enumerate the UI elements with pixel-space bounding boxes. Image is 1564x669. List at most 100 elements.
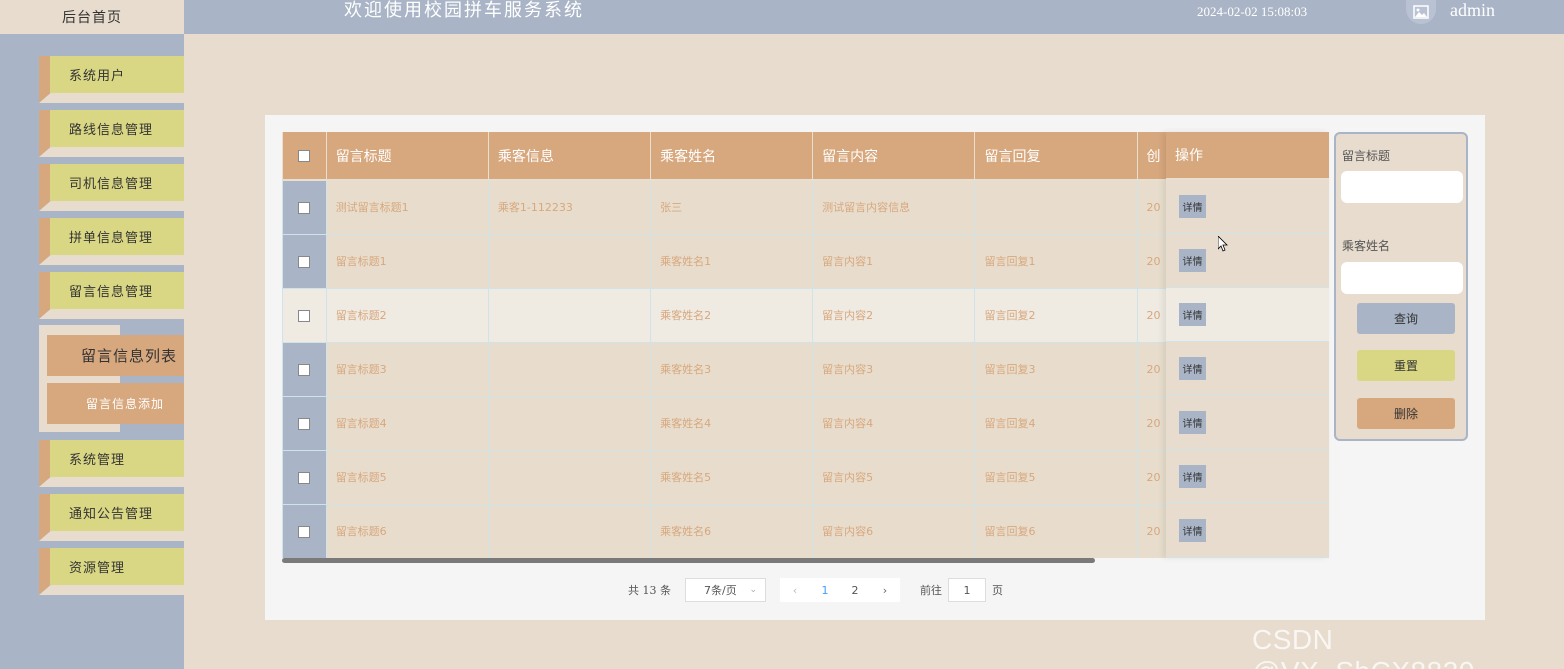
row-checkbox[interactable] [282, 179, 327, 235]
table-cell: 20 [1136, 179, 1168, 235]
delete-button[interactable]: 删除 [1357, 398, 1455, 429]
column-header[interactable]: 乘客信息 [488, 132, 652, 181]
submenu-item-message-add[interactable]: 留言信息添加 [47, 383, 184, 424]
table-cell: 乘客1-112233 [487, 179, 652, 235]
sidebar-item-label: 系统管理 [50, 440, 184, 477]
table-cell: 留言回复2 [974, 287, 1138, 343]
detail-button[interactable]: 详情 [1179, 249, 1206, 272]
table-cell: 留言回复1 [974, 233, 1138, 289]
operations-cell: 详情 [1166, 504, 1329, 558]
column-header[interactable]: 乘客姓名 [650, 132, 814, 181]
table-cell: 留言标题2 [325, 287, 489, 343]
table-cell: 20 [1136, 503, 1168, 558]
avatar[interactable] [1406, 0, 1436, 24]
goto-page-input[interactable]: 1 [948, 578, 986, 602]
detail-button[interactable]: 详情 [1179, 357, 1206, 380]
page-size-value: 7条/页 [704, 584, 737, 597]
table-cell: 留言标题3 [325, 341, 489, 397]
table-cell: 20 [1136, 233, 1168, 289]
table-cell: 20 [1136, 395, 1168, 451]
sidebar-item-system[interactable]: 系统管理 [39, 440, 184, 487]
sidebar-item-routes[interactable]: 路线信息管理 [39, 110, 184, 157]
next-page-button[interactable]: › [870, 578, 900, 602]
page-size-select[interactable]: 7条/页 ⌄ [685, 578, 766, 602]
operations-cell: 详情 [1166, 180, 1329, 234]
sidebar-item-notices[interactable]: 通知公告管理 [39, 494, 184, 541]
messages-submenu: 留言信息列表 留言信息添加 [39, 325, 184, 432]
row-checkbox[interactable] [282, 341, 327, 397]
total-count: 共 13 条 [628, 584, 671, 597]
reset-button[interactable]: 重置 [1357, 350, 1455, 381]
submenu-item-message-list[interactable]: 留言信息列表 [47, 335, 184, 376]
table-cell: 20 [1136, 449, 1168, 505]
goto-label: 前往 [920, 584, 942, 597]
table-cell: 留言回复6 [974, 503, 1138, 558]
sidebar-item-orders[interactable]: 拼单信息管理 [39, 218, 184, 265]
table-cell: 测试留言标题1 [325, 179, 489, 235]
sidebar-item-label: 拼单信息管理 [50, 218, 184, 255]
sidebar-item-label: 资源管理 [50, 548, 184, 585]
table-cell: 乘客姓名6 [650, 503, 814, 558]
detail-button[interactable]: 详情 [1179, 465, 1206, 488]
title-search-input[interactable] [1341, 171, 1463, 203]
row-checkbox[interactable] [282, 395, 327, 451]
operations-cell: 详情 [1166, 342, 1329, 396]
row-checkbox[interactable] [282, 503, 327, 558]
chevron-right-icon: › [882, 583, 888, 597]
table-cell: 留言回复4 [974, 395, 1138, 451]
row-checkbox[interactable] [282, 449, 327, 505]
detail-button[interactable]: 详情 [1179, 519, 1206, 542]
detail-button[interactable]: 详情 [1179, 303, 1206, 326]
table-cell: 留言内容1 [812, 233, 976, 289]
current-datetime: 2024-02-02 15:08:03 [1197, 4, 1308, 19]
page-button-2[interactable]: 2 [840, 578, 870, 602]
chevron-down-icon: ⌄ [749, 585, 757, 595]
page-button-1[interactable]: 1 [810, 578, 840, 602]
sidebar-item-drivers[interactable]: 司机信息管理 [39, 164, 184, 211]
home-button[interactable]: 后台首页 [0, 0, 184, 34]
column-header[interactable]: 留言标题 [326, 132, 489, 181]
table-cell: 乘客姓名3 [650, 341, 814, 397]
table-cell: 留言标题5 [325, 449, 489, 505]
username[interactable]: admin [1450, 0, 1495, 21]
table-cell: 留言标题1 [325, 233, 489, 289]
site-title: 欢迎使用校园拼车服务系统 [344, 0, 584, 21]
sidebar-item-label: 路线信息管理 [50, 110, 184, 147]
select-all-checkbox[interactable] [282, 132, 327, 181]
watermark: CSDN @VX_ShCX8820 [1252, 624, 1474, 669]
operations-cell: 详情 [1166, 234, 1329, 288]
page-unit-label: 页 [992, 584, 1003, 597]
table-cell: 留言回复5 [974, 449, 1138, 505]
table-cell: 留言内容3 [812, 341, 976, 397]
table-cell: 20 [1136, 341, 1168, 397]
operations-cell: 详情 [1166, 396, 1329, 450]
table-cell: 乘客姓名5 [650, 449, 814, 505]
query-button[interactable]: 查询 [1357, 303, 1455, 334]
detail-button[interactable]: 详情 [1179, 195, 1206, 218]
table-cell [487, 449, 652, 505]
table-cell: 留言内容6 [812, 503, 976, 558]
prev-page-button[interactable]: ‹ [780, 578, 810, 602]
operations-cell: 详情 [1166, 288, 1329, 342]
table-cell [487, 341, 652, 397]
table-cell [487, 233, 652, 289]
table-cell: 张三 [650, 179, 814, 235]
row-checkbox[interactable] [282, 233, 327, 289]
sidebar-item-system-users[interactable]: 系统用户 [39, 56, 184, 103]
table-cell [974, 179, 1138, 235]
table-cell [487, 503, 652, 558]
table-cell: 乘客姓名2 [650, 287, 814, 343]
column-header[interactable]: 留言内容 [812, 132, 976, 181]
column-header[interactable]: 创 [1137, 132, 1168, 181]
horizontal-scrollbar[interactable] [282, 558, 1095, 563]
name-search-input[interactable] [1341, 262, 1463, 294]
sidebar-item-resources[interactable]: 资源管理 [39, 548, 184, 595]
pagination: 共 13 条 7条/页 ⌄ ‹ 1 2 › 前往 1 页 [628, 578, 1003, 602]
column-header: 操作 [1166, 132, 1329, 180]
detail-button[interactable]: 详情 [1179, 411, 1206, 434]
row-checkbox[interactable] [282, 287, 327, 343]
sidebar-item-messages[interactable]: 留言信息管理 [39, 272, 184, 319]
table-cell: 20 [1136, 287, 1168, 343]
chevron-left-icon: ‹ [792, 583, 798, 597]
column-header[interactable]: 留言回复 [974, 132, 1138, 181]
